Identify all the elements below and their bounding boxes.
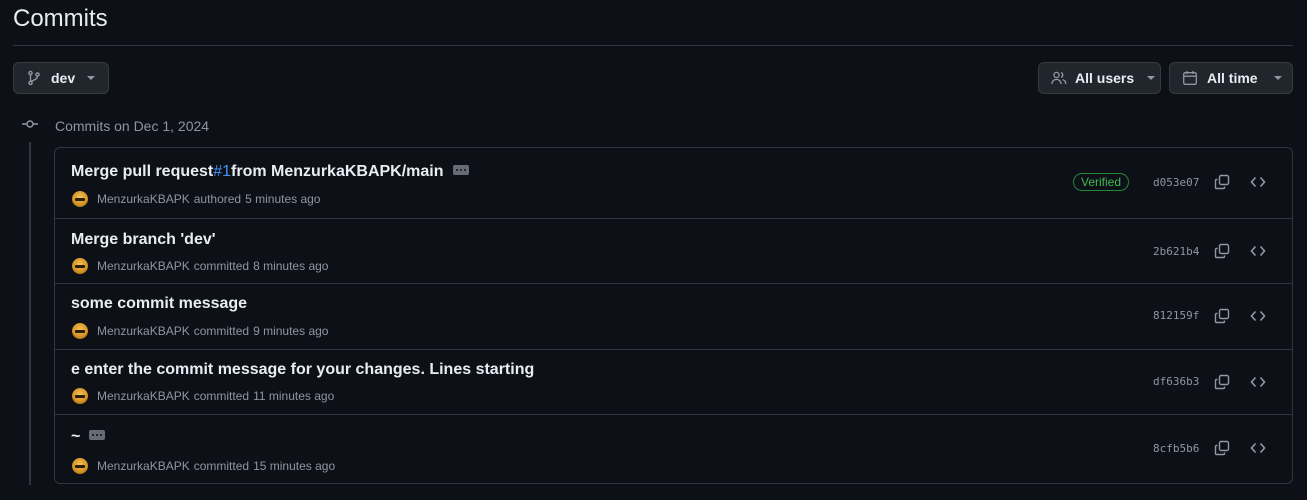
commit-message[interactable]: Merge pull request #1 from MenzurkaKBAPK… bbox=[71, 163, 469, 181]
browse-repo-button[interactable] bbox=[1244, 368, 1272, 396]
copy-icon bbox=[1214, 308, 1230, 324]
code-icon bbox=[1250, 442, 1266, 454]
avatar[interactable] bbox=[72, 388, 88, 404]
commit-meta: MenzurkaKBAPK committed 9 minutes ago bbox=[72, 323, 328, 339]
commit-author[interactable]: MenzurkaKBAPK bbox=[97, 459, 190, 473]
commit-group-header: Commits on Dec 1, 2024 bbox=[21, 116, 209, 136]
commit-message-text: some commit message bbox=[71, 295, 248, 312]
commit-row: Merge branch 'dev' MenzurkaKBAPK committ… bbox=[55, 218, 1292, 283]
chevron-down-icon bbox=[86, 75, 96, 81]
commit-sha[interactable]: d053e07 bbox=[1153, 176, 1199, 189]
commit-author[interactable]: MenzurkaKBAPK bbox=[97, 192, 190, 206]
commit-author[interactable]: MenzurkaKBAPK bbox=[97, 259, 190, 273]
commit-time: 15 minutes ago bbox=[253, 459, 336, 473]
verified-badge[interactable]: Verified bbox=[1073, 173, 1130, 191]
avatar[interactable] bbox=[72, 258, 88, 274]
copy-sha-button[interactable] bbox=[1208, 434, 1236, 462]
copy-sha-button[interactable] bbox=[1208, 302, 1236, 330]
commit-meta: MenzurkaKBAPK committed 15 minutes ago bbox=[72, 458, 335, 474]
commit-action: committed bbox=[193, 459, 250, 473]
copy-sha-button[interactable] bbox=[1208, 237, 1236, 265]
commit-sha[interactable]: 8cfb5b6 bbox=[1153, 442, 1199, 455]
commit-author[interactable]: MenzurkaKBAPK bbox=[97, 324, 190, 338]
commit-message-text: Merge branch 'dev' bbox=[71, 231, 216, 248]
pull-request-link[interactable]: #1 bbox=[213, 163, 231, 181]
commit-message-text: ~ bbox=[71, 428, 81, 445]
calendar-icon bbox=[1182, 70, 1198, 86]
people-icon bbox=[1051, 70, 1067, 86]
copy-icon bbox=[1214, 174, 1230, 190]
commit-message[interactable]: e enter the commit message for your chan… bbox=[71, 361, 534, 379]
commit-action: committed bbox=[193, 389, 250, 403]
browse-repo-button[interactable] bbox=[1244, 434, 1272, 462]
branch-select-label: dev bbox=[51, 70, 76, 86]
users-filter-label: All users bbox=[1075, 70, 1135, 86]
commit-sha[interactable]: 2b621b4 bbox=[1153, 245, 1199, 258]
commit-time: 9 minutes ago bbox=[253, 324, 329, 338]
commit-message[interactable]: ~ bbox=[71, 428, 106, 446]
branch-select-button[interactable]: dev bbox=[13, 62, 109, 94]
copy-icon bbox=[1214, 374, 1230, 390]
commit-time: 5 minutes ago bbox=[245, 192, 321, 206]
commit-meta: MenzurkaKBAPK committed 8 minutes ago bbox=[72, 258, 328, 274]
commit-sha[interactable]: df636b3 bbox=[1153, 375, 1199, 388]
commit-row: e enter the commit message for your chan… bbox=[55, 349, 1292, 414]
commit-message-text: e enter the commit message for your chan… bbox=[71, 361, 535, 378]
commit-time: 8 minutes ago bbox=[253, 259, 329, 273]
commit-meta: MenzurkaKBAPK authored 5 minutes ago bbox=[72, 191, 320, 207]
commit-message[interactable]: some commit message bbox=[71, 295, 247, 313]
copy-icon bbox=[1214, 243, 1230, 259]
time-filter-label: All time bbox=[1207, 70, 1258, 86]
commit-row: ~ MenzurkaKBAPK committed 15 minutes ago… bbox=[55, 414, 1292, 483]
code-icon bbox=[1250, 245, 1266, 257]
commit-message-text: from MenzurkaKBAPK/main bbox=[231, 163, 444, 180]
code-icon bbox=[1250, 176, 1266, 188]
git-branch-icon bbox=[26, 70, 42, 86]
time-filter-button[interactable]: All time bbox=[1169, 62, 1293, 94]
timeline-line bbox=[29, 142, 31, 485]
copy-icon bbox=[1214, 440, 1230, 456]
browse-repo-button[interactable] bbox=[1244, 168, 1272, 196]
commits-page: Commits dev All users All time Commits o… bbox=[0, 0, 1307, 500]
avatar[interactable] bbox=[72, 458, 88, 474]
commit-author[interactable]: MenzurkaKBAPK bbox=[97, 389, 190, 403]
title-divider bbox=[13, 45, 1293, 46]
commit-group-date: Commits on Dec 1, 2024 bbox=[55, 118, 210, 134]
expand-message-button[interactable] bbox=[452, 165, 469, 175]
commit-row: Merge pull request #1 from MenzurkaKBAPK… bbox=[55, 148, 1292, 218]
git-commit-icon bbox=[21, 116, 39, 137]
commit-message[interactable]: Merge branch 'dev' bbox=[71, 231, 216, 249]
commit-action: authored bbox=[193, 192, 242, 206]
expand-message-button[interactable] bbox=[89, 430, 106, 440]
code-icon bbox=[1250, 376, 1266, 388]
commit-sha[interactable]: 812159f bbox=[1153, 309, 1199, 322]
browse-repo-button[interactable] bbox=[1244, 302, 1272, 330]
commit-list: Merge pull request #1 from MenzurkaKBAPK… bbox=[54, 147, 1293, 484]
avatar[interactable] bbox=[72, 191, 88, 207]
commit-action: committed bbox=[193, 324, 250, 338]
commit-meta: MenzurkaKBAPK committed 11 minutes ago bbox=[72, 388, 334, 404]
avatar[interactable] bbox=[72, 323, 88, 339]
commit-action: committed bbox=[193, 259, 250, 273]
users-filter-button[interactable]: All users bbox=[1038, 62, 1161, 94]
chevron-down-icon bbox=[1146, 75, 1156, 81]
chevron-down-icon bbox=[1273, 75, 1283, 81]
browse-repo-button[interactable] bbox=[1244, 237, 1272, 265]
commit-time: 11 minutes ago bbox=[253, 389, 335, 403]
copy-sha-button[interactable] bbox=[1208, 168, 1236, 196]
commit-row: some commit message MenzurkaKBAPK commit… bbox=[55, 283, 1292, 349]
copy-sha-button[interactable] bbox=[1208, 368, 1236, 396]
page-title: Commits bbox=[13, 5, 108, 32]
code-icon bbox=[1250, 310, 1266, 322]
commit-message-text: Merge pull request bbox=[71, 163, 214, 180]
